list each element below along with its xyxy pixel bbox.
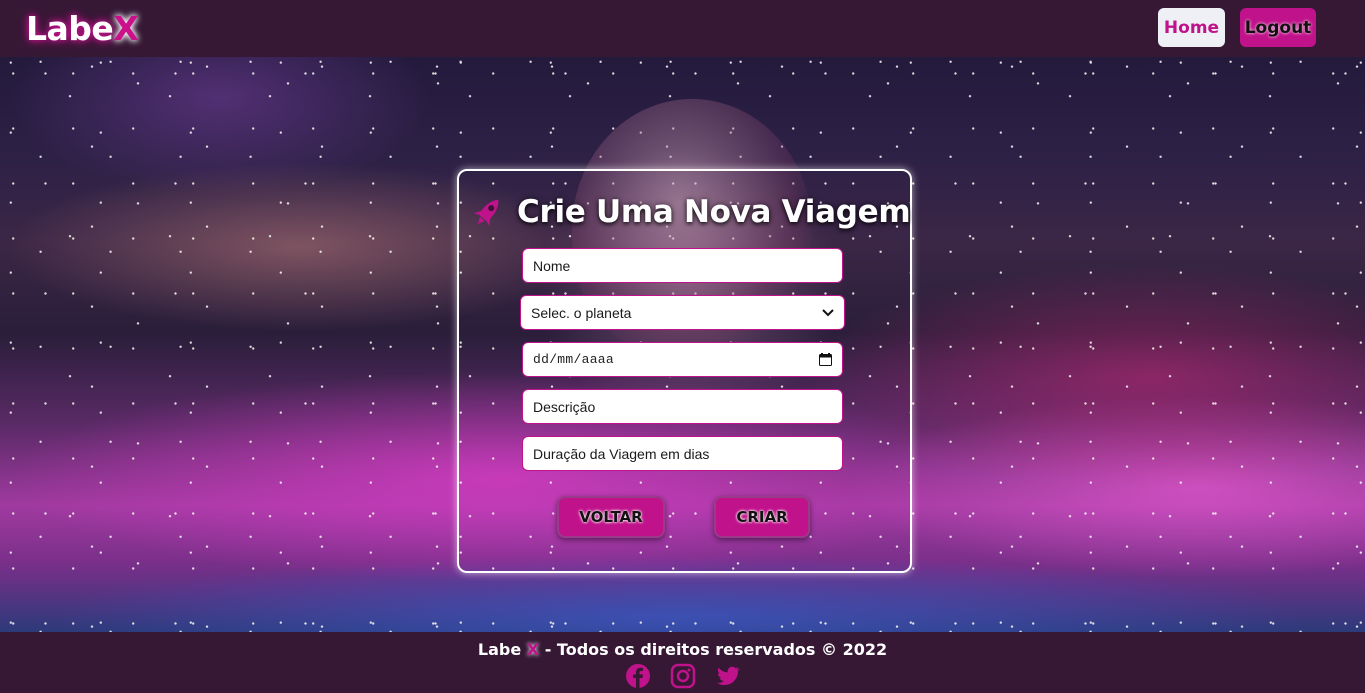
duration-input[interactable]: Duração da Viagem em dias [522,436,843,471]
footer-brand-main: Labe [477,640,522,659]
footer-rights-text: - Todos os direitos reservados © 2022 [544,640,888,659]
date-input-placeholder: dd/mm/aaaa [533,352,615,367]
top-header: LabeX Home Logout [0,0,1365,57]
date-input[interactable]: dd/mm/aaaa [522,342,843,377]
logo-main-text: Labe [26,9,114,48]
name-input[interactable]: Nome [522,248,843,283]
footer-copyright: Labe X - Todos os direitos reservados © … [0,640,1365,659]
footer: Labe X - Todos os direitos reservados © … [0,632,1365,693]
footer-brand-accent: X [526,640,540,659]
card-title: Crie Uma Nova Viagem [472,190,911,234]
twitter-icon[interactable] [715,663,741,689]
instagram-icon[interactable] [670,663,696,689]
rocket-icon [473,199,499,227]
chevron-down-icon [822,308,834,316]
calendar-icon[interactable] [819,353,832,366]
page-title: Crie Uma Nova Viagem [517,194,911,230]
planet-select-value: Selec. o planeta [531,304,632,321]
name-input-placeholder: Nome [533,257,571,274]
create-button[interactable]: CRIAR [714,496,810,538]
back-button[interactable]: VOLTAR [557,496,665,538]
logout-button[interactable]: Logout [1240,8,1316,47]
facebook-icon[interactable] [625,663,651,689]
logo-accent-text: X [113,9,139,48]
labex-logo[interactable]: LabeX [26,9,139,49]
description-input-placeholder: Descrição [533,398,596,415]
duration-input-placeholder: Duração da Viagem em dias [533,445,710,462]
description-input[interactable]: Descrição [522,389,843,424]
home-button[interactable]: Home [1158,8,1225,47]
planet-select[interactable]: Selec. o planeta [520,295,845,330]
